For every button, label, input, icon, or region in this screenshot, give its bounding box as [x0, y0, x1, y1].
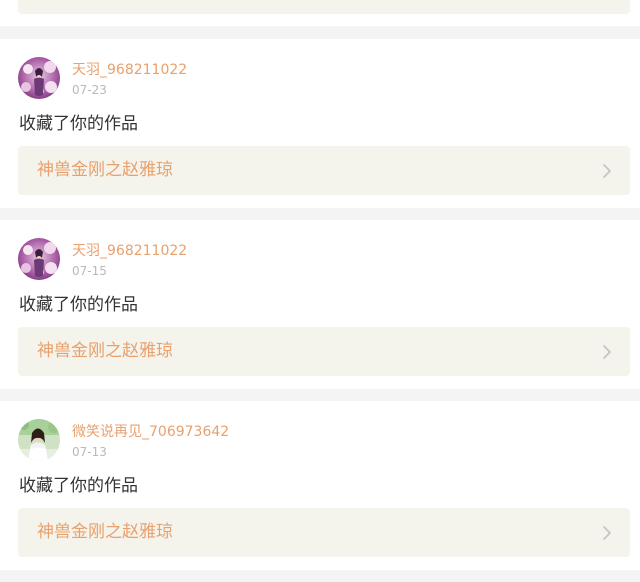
- notification-date: 07-23: [72, 83, 107, 97]
- notification-card: 微笑说再见_706973642 07-13 收藏了你的作品 神兽金刚之赵雅琼: [0, 401, 640, 570]
- work-link[interactable]: 神兽金刚之赵雅琼: [18, 327, 630, 376]
- notification-date: 07-15: [72, 264, 107, 278]
- blossom-avatar-icon: [18, 238, 60, 280]
- blossom-avatar-icon: [18, 57, 60, 99]
- work-title: 神兽金刚之赵雅琼: [37, 341, 173, 361]
- username[interactable]: 天羽_968211022: [72, 61, 187, 79]
- notification-action-text: 收藏了你的作品: [19, 295, 138, 315]
- notification-date: 07-13: [72, 445, 107, 459]
- notification-card: 天羽_968211022 07-23 收藏了你的作品 神兽金刚之赵雅琼: [0, 39, 640, 208]
- notification-card: 天羽_968211022 07-15 收藏了你的作品 神兽金刚之赵雅琼: [0, 220, 640, 389]
- previous-notification-card: [0, 0, 640, 26]
- previous-work-link[interactable]: [18, 0, 630, 14]
- work-link[interactable]: 神兽金刚之赵雅琼: [18, 146, 630, 195]
- chevron-right-icon: [603, 526, 611, 540]
- notification-action-text: 收藏了你的作品: [19, 114, 138, 134]
- notification-action-text: 收藏了你的作品: [19, 476, 138, 496]
- chevron-right-icon: [603, 164, 611, 178]
- user-avatar[interactable]: [18, 57, 60, 99]
- work-title: 神兽金刚之赵雅琼: [37, 522, 173, 542]
- girl-photo-avatar-icon: [18, 419, 60, 461]
- user-avatar[interactable]: [18, 238, 60, 280]
- username[interactable]: 微笑说再见_706973642: [72, 423, 229, 441]
- work-title: 神兽金刚之赵雅琼: [37, 160, 173, 180]
- user-avatar[interactable]: [18, 419, 60, 461]
- chevron-right-icon: [603, 345, 611, 359]
- work-link[interactable]: 神兽金刚之赵雅琼: [18, 508, 630, 557]
- username[interactable]: 天羽_968211022: [72, 242, 187, 260]
